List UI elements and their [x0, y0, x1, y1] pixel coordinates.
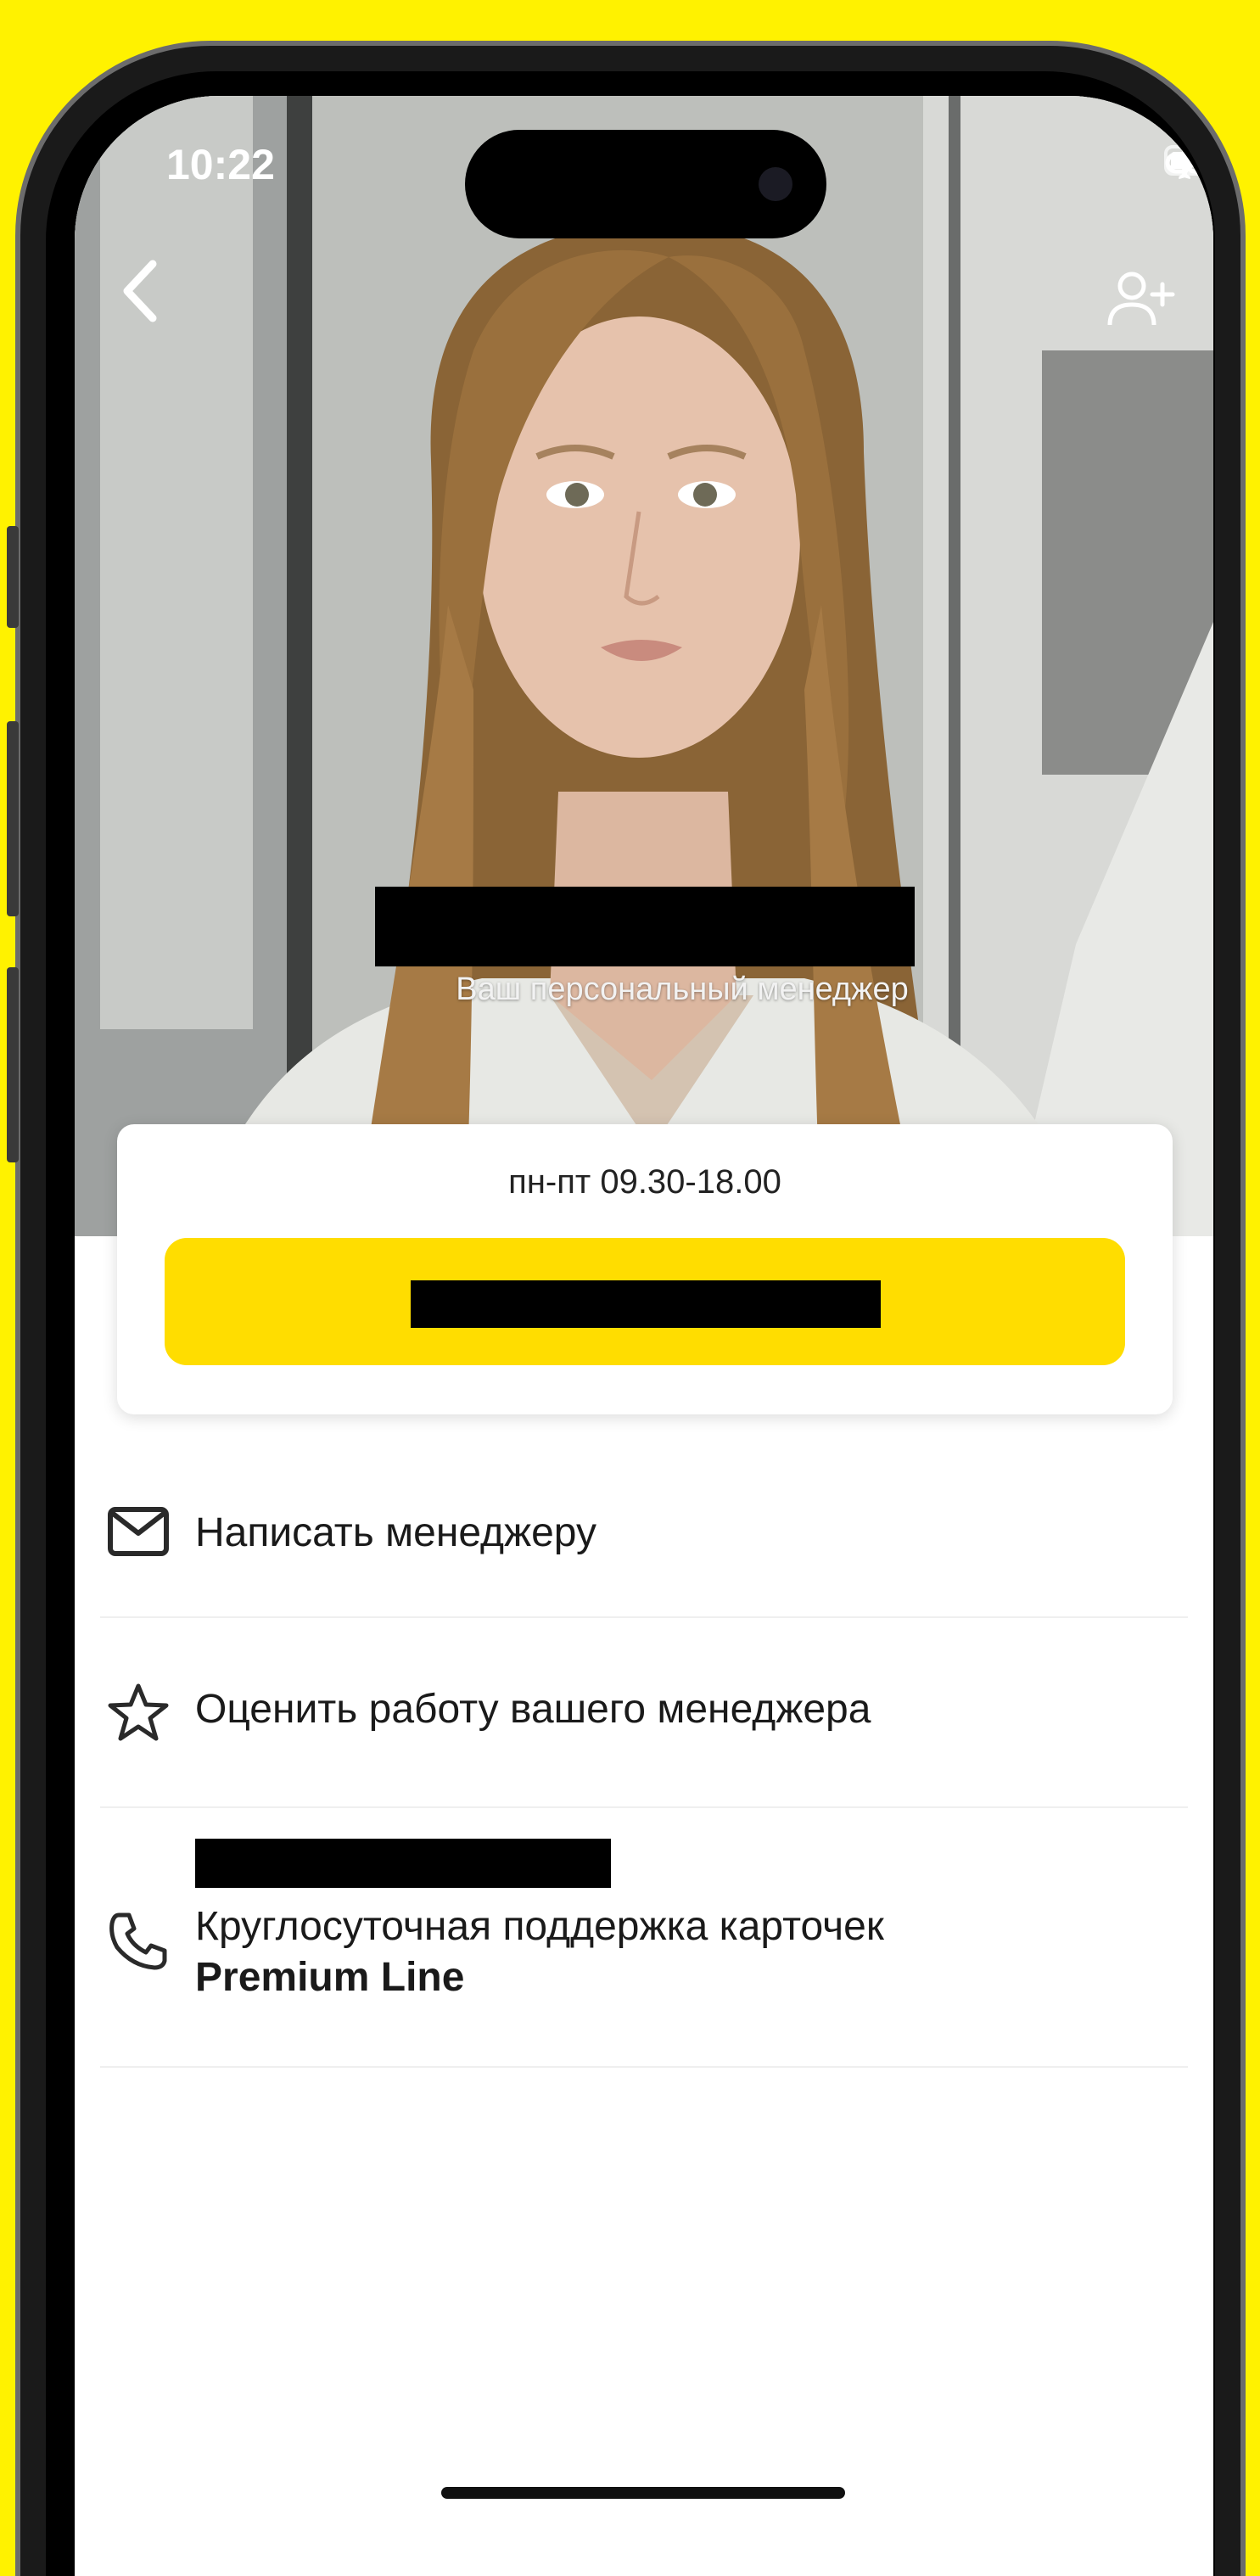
status-time: 10:22: [166, 141, 275, 188]
add-contact-button[interactable]: [1103, 266, 1179, 333]
manager-portrait-illustration: [75, 96, 1213, 1236]
volume-up-button: [7, 721, 19, 916]
mail-icon: [108, 1507, 169, 1556]
dynamic-island: [465, 130, 826, 238]
side-button: [7, 526, 19, 628]
app-screen: 10:22 Ваш персональный менеджер пн-пт 09…: [75, 96, 1213, 2576]
list-item-label-bold: Premium Line: [195, 1955, 465, 2000]
chevron-left-icon: [123, 260, 157, 322]
call-button-label-redacted: [411, 1280, 881, 1328]
list-item-label: Написать менеджеру: [195, 1510, 596, 1555]
list-item-label: Круглосуточная поддержка карточек: [195, 1904, 884, 1949]
manager-subtitle: Ваш персональный менеджер: [456, 972, 909, 1007]
camera-icon: [759, 167, 792, 201]
back-button[interactable]: [109, 249, 176, 333]
list-item-rate-manager[interactable]: Оценить работу вашего менеджера: [100, 1618, 1188, 1808]
add-user-icon: [1107, 272, 1175, 326]
phone-number-redacted: [195, 1839, 611, 1888]
volume-down-button: [7, 967, 19, 1162]
battery-icon: [1164, 145, 1213, 176]
manager-name-redacted: [375, 887, 915, 966]
call-manager-button[interactable]: [165, 1238, 1125, 1365]
phone-icon: [109, 1912, 167, 1970]
star-icon: [108, 1683, 169, 1741]
contact-card: пн-пт 09.30-18.00: [117, 1124, 1173, 1414]
list-item-support-phone[interactable]: Круглосуточная поддержка карточек Premiu…: [100, 1808, 1188, 2068]
home-indicator: [441, 2487, 845, 2499]
working-hours: пн-пт 09.30-18.00: [508, 1163, 781, 1201]
list-item-write-manager[interactable]: Написать менеджеру: [100, 1460, 1188, 1618]
list-item-label: Оценить работу вашего менеджера: [195, 1687, 871, 1732]
manager-photo: 10:22 Ваш персональный менеджер: [75, 96, 1213, 1236]
